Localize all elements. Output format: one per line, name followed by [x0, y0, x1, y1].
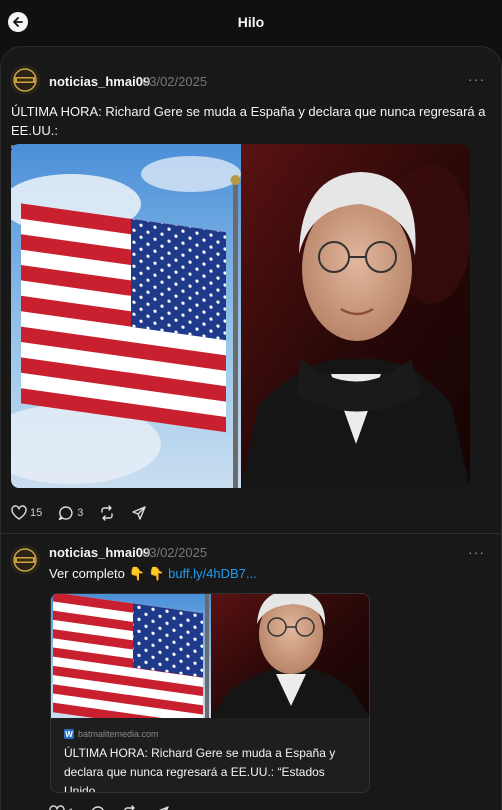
post-link[interactable]: buff.ly/4hDB7... — [168, 566, 257, 581]
username[interactable]: noticias_hmai09 — [49, 74, 150, 89]
send-icon — [132, 506, 147, 520]
thread-panel: noticias_hmai09 03/02/2025 ··· ÚLTIMA HO… — [0, 46, 502, 810]
share-button[interactable] — [131, 505, 147, 521]
card-title-line: ÚLTIMA HORA: Richard Gere se muda a Espa… — [64, 746, 336, 760]
post-image[interactable] — [11, 144, 470, 488]
repost-button[interactable] — [122, 805, 138, 810]
thread-header: Hilo — [0, 0, 502, 44]
heart-icon — [11, 505, 27, 520]
post-actions: 1 — [49, 805, 186, 810]
repost-icon — [124, 805, 135, 810]
channel-logo-icon — [10, 65, 40, 95]
send-icon — [159, 806, 169, 810]
avatar[interactable] — [10, 65, 40, 95]
card-domain-row: W batmalitemedia.com — [64, 729, 159, 739]
svg-text:W: W — [65, 730, 73, 739]
post-date[interactable]: 03/02/2025 — [142, 74, 207, 89]
more-options-button[interactable]: ··· — [468, 544, 485, 560]
card-domain: batmalitemedia.com — [78, 729, 159, 739]
page-title: Hilo — [237, 14, 265, 30]
share-button[interactable] — [154, 805, 170, 810]
like-button[interactable]: 1 — [49, 805, 74, 810]
card-title: ÚLTIMA HORA: Richard Gere se muda a Espa… — [64, 744, 362, 793]
post-divider — [1, 533, 501, 534]
comment-count: 3 — [77, 507, 84, 519]
post-date[interactable]: 03/02/2025 — [142, 545, 207, 560]
comment-button[interactable]: 3 — [58, 505, 83, 521]
link-preview-image — [51, 594, 369, 718]
like-button[interactable]: 15 — [11, 505, 42, 521]
more-options-button[interactable]: ··· — [468, 71, 485, 87]
comment-icon — [92, 806, 104, 810]
link-preview-card[interactable]: W batmalitemedia.com ÚLTIMA HORA: Richar… — [50, 593, 370, 793]
post-text-line: ÚLTIMA HORA: Richard Gere se muda a Espa… — [11, 104, 486, 138]
comment-icon — [59, 506, 73, 521]
post-actions: 15 3 — [11, 505, 163, 521]
channel-logo-icon — [10, 545, 40, 575]
post-photo — [11, 144, 470, 488]
repost-button[interactable] — [99, 505, 115, 521]
like-count: 15 — [30, 507, 43, 519]
repost-icon — [101, 505, 114, 521]
post-text-prefix: Ver completo 👇 👇 — [49, 566, 169, 581]
username[interactable]: noticias_hmai09 — [49, 545, 150, 560]
card-title-line: declara que nunca regresará a EE.UU.: “E… — [64, 765, 325, 793]
post-text: Ver completo 👇 👇 buff.ly/4hDB7... — [49, 564, 257, 583]
heart-icon — [49, 805, 65, 810]
comment-button[interactable] — [90, 805, 106, 810]
wordpress-icon: W — [64, 729, 74, 739]
avatar[interactable] — [10, 545, 40, 575]
